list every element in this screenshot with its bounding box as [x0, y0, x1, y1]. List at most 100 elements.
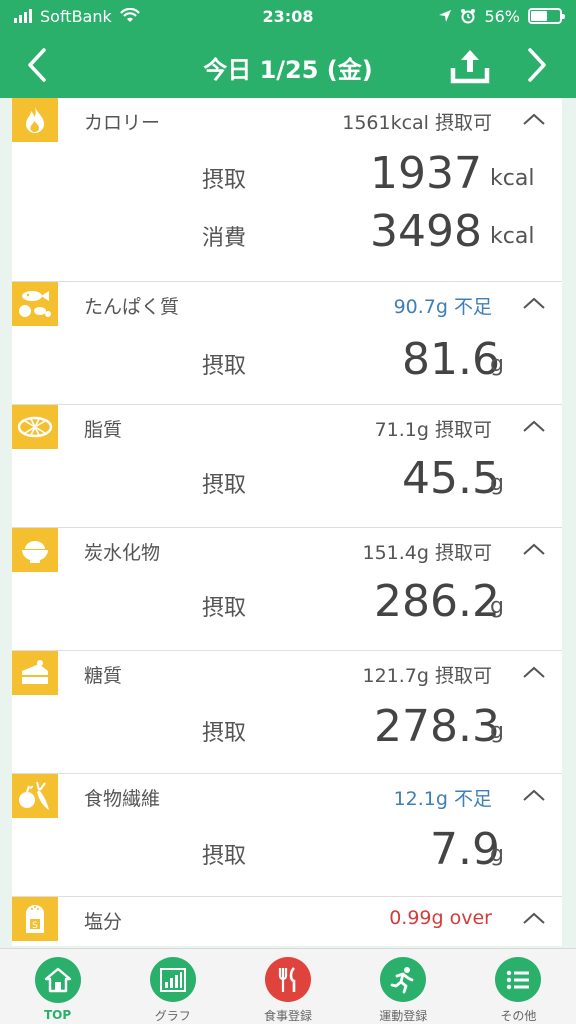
row-label: 摂取	[202, 354, 247, 379]
chevron-up-icon[interactable]	[522, 110, 546, 130]
section-header[interactable]: 脂質 71.1g 摂取可	[12, 405, 562, 449]
section-fat: 脂質 71.1g 摂取可 摂取 45.5 g	[12, 405, 562, 528]
intake-row: 摂取 45.5 g	[12, 449, 562, 527]
section-label: 塩分	[84, 911, 123, 933]
fork-knife-icon	[265, 957, 311, 1002]
section-status: 90.7g 不足	[393, 296, 492, 318]
intake-row: 摂取 286.2 g	[12, 572, 562, 650]
vegetable-icon	[12, 774, 58, 818]
section-status: 71.1g 摂取可	[374, 419, 492, 441]
rice-bowl-icon	[12, 528, 58, 572]
tab-label: TOP	[44, 1008, 72, 1022]
protein-food-icon	[12, 282, 58, 326]
row-unit: g	[490, 719, 504, 744]
tab-label: その他	[500, 1009, 537, 1023]
row-unit: g	[490, 594, 504, 619]
row-label: 消費	[202, 226, 247, 251]
row-unit: kcal	[490, 224, 535, 249]
svg-text:S: S	[32, 921, 38, 931]
section-header[interactable]: たんぱく質 90.7g 不足	[12, 282, 562, 326]
row-label: 摂取	[202, 168, 247, 193]
section-header[interactable]: 糖質 121.7g 摂取可	[12, 651, 562, 695]
section-status: 121.7g 摂取可	[362, 665, 493, 687]
next-day-button[interactable]	[512, 40, 562, 90]
section-carbohydrates: 炭水化物 151.4g 摂取可 摂取 286.2 g	[12, 528, 562, 651]
tab-other[interactable]: その他	[461, 949, 576, 1024]
section-header[interactable]: S 塩分 0.99g over	[12, 897, 562, 941]
running-icon	[380, 957, 427, 1002]
flame-icon	[12, 98, 58, 142]
intake-row: 摂取 81.6 g	[12, 326, 562, 404]
section-label: 炭水化物	[84, 542, 161, 564]
signal-icon	[14, 9, 32, 23]
row-value: 1937	[370, 148, 482, 199]
row-unit: kcal	[490, 166, 535, 191]
battery-icon	[528, 8, 565, 24]
burned-row: 消費 3498 kcal	[12, 204, 562, 280]
salt-shaker-icon: S	[12, 897, 58, 941]
section-header[interactable]: カロリー 1561kcal 摂取可	[12, 98, 562, 142]
wifi-icon	[119, 8, 140, 22]
battery-percent: 56%	[484, 6, 520, 26]
section-sugar: 糖質 121.7g 摂取可 摂取 278.3 g	[12, 651, 562, 774]
home-icon	[34, 957, 81, 1003]
tab-exercise-log[interactable]: 運動登録	[346, 949, 461, 1024]
section-label: 糖質	[84, 665, 123, 687]
intake-row: 摂取 1937 kcal	[12, 142, 562, 204]
section-salt: S 塩分 0.99g over	[12, 897, 562, 946]
row-value: 81.6	[402, 334, 500, 385]
tab-graph[interactable]: グラフ	[115, 949, 230, 1024]
row-label: 摂取	[202, 473, 247, 498]
section-label: 食物繊維	[84, 788, 161, 810]
chevron-up-icon[interactable]	[522, 663, 546, 683]
row-label: 摂取	[202, 721, 247, 746]
location-icon	[439, 10, 452, 22]
tab-meal-log[interactable]: 食事登録	[230, 949, 345, 1024]
chevron-up-icon[interactable]	[522, 786, 546, 806]
section-label: カロリー	[84, 112, 161, 134]
chevron-up-icon[interactable]	[522, 909, 546, 929]
section-label: たんぱく質	[84, 296, 180, 318]
fat-icon	[12, 405, 58, 449]
list-icon	[495, 957, 542, 1002]
chevron-right-icon	[528, 48, 546, 82]
chevron-up-icon[interactable]	[522, 417, 546, 437]
section-header[interactable]: 炭水化物 151.4g 摂取可	[12, 528, 562, 572]
section-status: 0.99g over	[389, 907, 492, 929]
tab-top[interactable]: TOP	[0, 949, 115, 1024]
row-unit: g	[490, 471, 504, 496]
alarm-icon	[461, 9, 476, 24]
tab-label: 食事登録	[264, 1009, 313, 1023]
status-bar: SoftBank 23:08 56%	[0, 0, 576, 32]
bar-chart-icon	[149, 957, 196, 1002]
section-header[interactable]: 食物繊維 12.1g 不足	[12, 774, 562, 818]
row-unit: g	[490, 352, 504, 377]
app-header: 今日 1/25 (金)	[0, 32, 576, 98]
section-status: 1561kcal 摂取可	[342, 112, 492, 134]
section-protein: たんぱく質 90.7g 不足 摂取 81.6 g	[12, 282, 562, 405]
tab-label: グラフ	[154, 1009, 191, 1023]
section-status: 151.4g 摂取可	[362, 542, 493, 564]
section-status: 12.1g 不足	[393, 788, 492, 810]
intake-row: 摂取 278.3 g	[12, 695, 562, 773]
section-dietary-fiber: 食物繊維 12.1g 不足 摂取 7.9 g	[12, 774, 562, 897]
section-calories: カロリー 1561kcal 摂取可 摂取 1937 kcal 消費 3498 k…	[12, 98, 562, 282]
row-value: 278.3	[374, 701, 500, 752]
chevron-up-icon[interactable]	[522, 540, 546, 560]
cake-icon	[12, 651, 58, 695]
row-value: 286.2	[374, 576, 500, 627]
row-value: 45.5	[402, 453, 500, 504]
carrier-name: SoftBank	[40, 6, 112, 26]
section-label: 脂質	[84, 419, 123, 441]
row-unit: g	[490, 842, 504, 867]
bottom-tab-bar: TOP グラフ 食事登録 運動登録 その他	[0, 948, 576, 1024]
row-value: 3498	[370, 206, 482, 257]
share-button[interactable]	[444, 42, 496, 90]
row-label: 摂取	[202, 596, 247, 621]
upload-icon	[450, 50, 490, 84]
nutrition-summary: カロリー 1561kcal 摂取可 摂取 1937 kcal 消費 3498 k…	[12, 98, 562, 946]
tab-label: 運動登録	[379, 1009, 428, 1023]
chevron-up-icon[interactable]	[522, 294, 546, 314]
row-label: 摂取	[202, 844, 247, 869]
intake-row: 摂取 7.9 g	[12, 818, 562, 896]
